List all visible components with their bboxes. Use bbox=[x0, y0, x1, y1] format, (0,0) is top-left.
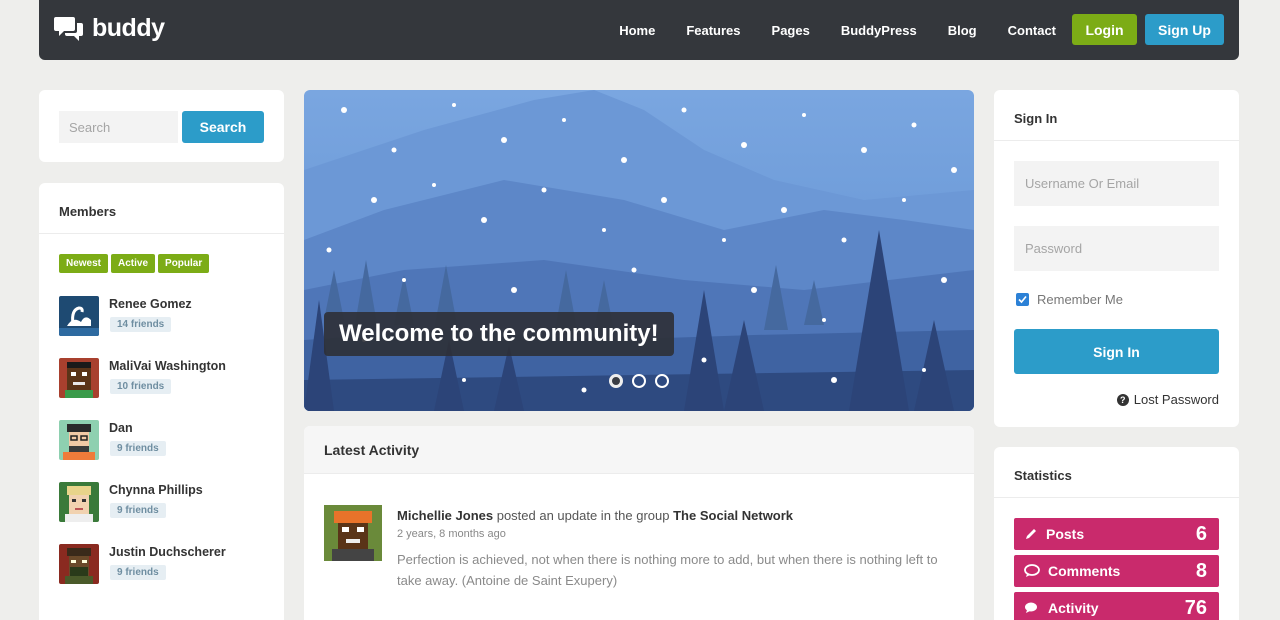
stat-label: Activity bbox=[1048, 600, 1099, 616]
brand-logo[interactable]: buddy bbox=[54, 14, 165, 43]
search-input[interactable] bbox=[59, 111, 178, 143]
activity-action: posted an update in the group bbox=[496, 508, 670, 523]
friends-count-badge: 10 friends bbox=[110, 379, 172, 394]
top-navbar: buddy Home Features Pages BuddyPress Blo… bbox=[39, 0, 1239, 60]
nav-blog[interactable]: Blog bbox=[948, 23, 977, 38]
slide-dot-2[interactable] bbox=[632, 374, 646, 388]
remember-label: Remember Me bbox=[1037, 292, 1123, 307]
member-item[interactable]: Dan 9 friends bbox=[59, 420, 166, 460]
member-name[interactable]: MaliVai Washington bbox=[109, 359, 226, 373]
speech-bubble-icon bbox=[1024, 564, 1040, 577]
member-name[interactable]: Renee Gomez bbox=[109, 297, 192, 311]
chat-bubbles-logo-icon bbox=[54, 16, 83, 41]
search-widget: Search bbox=[39, 90, 284, 162]
member-item[interactable]: MaliVai Washington 10 friends bbox=[59, 358, 226, 398]
stat-count: 6 bbox=[1195, 522, 1207, 545]
filter-popular[interactable]: Popular bbox=[158, 254, 210, 273]
login-button[interactable]: Login bbox=[1072, 14, 1137, 45]
members-divider bbox=[39, 233, 284, 234]
avatar[interactable] bbox=[59, 296, 99, 336]
hero-caption: Welcome to the community! bbox=[324, 312, 674, 356]
avatar[interactable] bbox=[59, 420, 99, 460]
signin-divider bbox=[994, 140, 1239, 141]
member-item[interactable]: Renee Gomez 14 friends bbox=[59, 296, 192, 336]
signin-widget: Sign In Remember Me Sign In ? Lost Passw… bbox=[994, 90, 1239, 427]
nav-contact[interactable]: Contact bbox=[1008, 23, 1056, 38]
members-title: Members bbox=[59, 204, 117, 219]
hero-slider[interactable]: Welcome to the community! bbox=[304, 90, 974, 411]
activity-group-link[interactable]: The Social Network bbox=[673, 508, 793, 523]
filter-newest[interactable]: Newest bbox=[59, 254, 109, 273]
members-widget: Members Newest Active Popular Renee Gome… bbox=[39, 183, 284, 620]
remember-checkbox[interactable] bbox=[1016, 293, 1029, 306]
statistics-widget: Statistics Posts 6 Comments 8 Activity 7… bbox=[994, 447, 1239, 620]
members-filter-tabs: Newest Active Popular bbox=[59, 254, 212, 273]
member-item[interactable]: Chynna Phillips 9 friends bbox=[59, 482, 203, 522]
avatar[interactable] bbox=[59, 358, 99, 398]
stat-label: Comments bbox=[1048, 563, 1121, 579]
activity-summary: Michellie Jones posted an update in the … bbox=[397, 508, 957, 523]
stat-count: 8 bbox=[1195, 559, 1207, 582]
member-item[interactable]: Justin Duchscherer 9 friends bbox=[59, 544, 226, 584]
stat-comments[interactable]: Comments 8 bbox=[1014, 555, 1219, 587]
question-icon: ? bbox=[1116, 393, 1129, 406]
friends-count-badge: 9 friends bbox=[110, 441, 166, 456]
activity-content: Perfection is achieved, not when there i… bbox=[397, 552, 938, 588]
slide-dot-3[interactable] bbox=[655, 374, 669, 388]
avatar[interactable] bbox=[59, 482, 99, 522]
friends-count-badge: 14 friends bbox=[110, 317, 172, 332]
member-name[interactable]: Chynna Phillips bbox=[109, 483, 203, 497]
signin-button[interactable]: Sign In bbox=[1014, 329, 1219, 374]
avatar[interactable] bbox=[324, 505, 382, 561]
checkmark-icon bbox=[1018, 295, 1027, 304]
slider-pagination bbox=[609, 374, 678, 388]
password-field[interactable] bbox=[1014, 226, 1219, 271]
nav-buddypress[interactable]: BuddyPress bbox=[841, 23, 917, 38]
stat-count: 76 bbox=[1184, 596, 1207, 619]
friends-count-badge: 9 friends bbox=[110, 565, 166, 580]
statistics-title: Statistics bbox=[1014, 468, 1072, 483]
latest-activity-widget: Latest Activity Michellie Jones posted a… bbox=[304, 426, 974, 620]
username-field[interactable] bbox=[1014, 161, 1219, 206]
stat-posts[interactable]: Posts 6 bbox=[1014, 518, 1219, 550]
member-name[interactable]: Dan bbox=[109, 421, 166, 435]
avatar[interactable] bbox=[59, 544, 99, 584]
activity-user-link[interactable]: Michellie Jones bbox=[397, 508, 493, 523]
nav-home[interactable]: Home bbox=[619, 23, 655, 38]
lost-password-label[interactable]: Lost Password bbox=[1134, 392, 1219, 407]
slide-dot-1[interactable] bbox=[609, 374, 623, 388]
statistics-divider bbox=[994, 497, 1239, 498]
search-button[interactable]: Search bbox=[182, 111, 264, 143]
friends-count-badge: 9 friends bbox=[110, 503, 166, 518]
signup-button[interactable]: Sign Up bbox=[1145, 14, 1224, 45]
stat-activity[interactable]: Activity 76 bbox=[1014, 592, 1219, 620]
lost-password-link[interactable]: ? Lost Password bbox=[1116, 392, 1219, 407]
nav-features[interactable]: Features bbox=[686, 23, 740, 38]
activity-title: Latest Activity bbox=[304, 426, 974, 474]
nav-pages[interactable]: Pages bbox=[772, 23, 810, 38]
stat-label: Posts bbox=[1046, 526, 1085, 542]
chat-bubbles-icon bbox=[1025, 602, 1037, 613]
pencil-icon bbox=[1026, 529, 1036, 539]
remember-me[interactable]: Remember Me bbox=[1016, 292, 1123, 307]
brand-name: buddy bbox=[92, 14, 165, 42]
main-nav: Home Features Pages BuddyPress Blog Cont… bbox=[588, 0, 1056, 60]
winter-forest-illustration bbox=[304, 90, 974, 411]
activity-timestamp[interactable]: 2 years, 8 months ago bbox=[397, 528, 957, 540]
member-name[interactable]: Justin Duchscherer bbox=[109, 545, 226, 559]
filter-active[interactable]: Active bbox=[111, 254, 156, 273]
signin-title: Sign In bbox=[1014, 111, 1058, 126]
